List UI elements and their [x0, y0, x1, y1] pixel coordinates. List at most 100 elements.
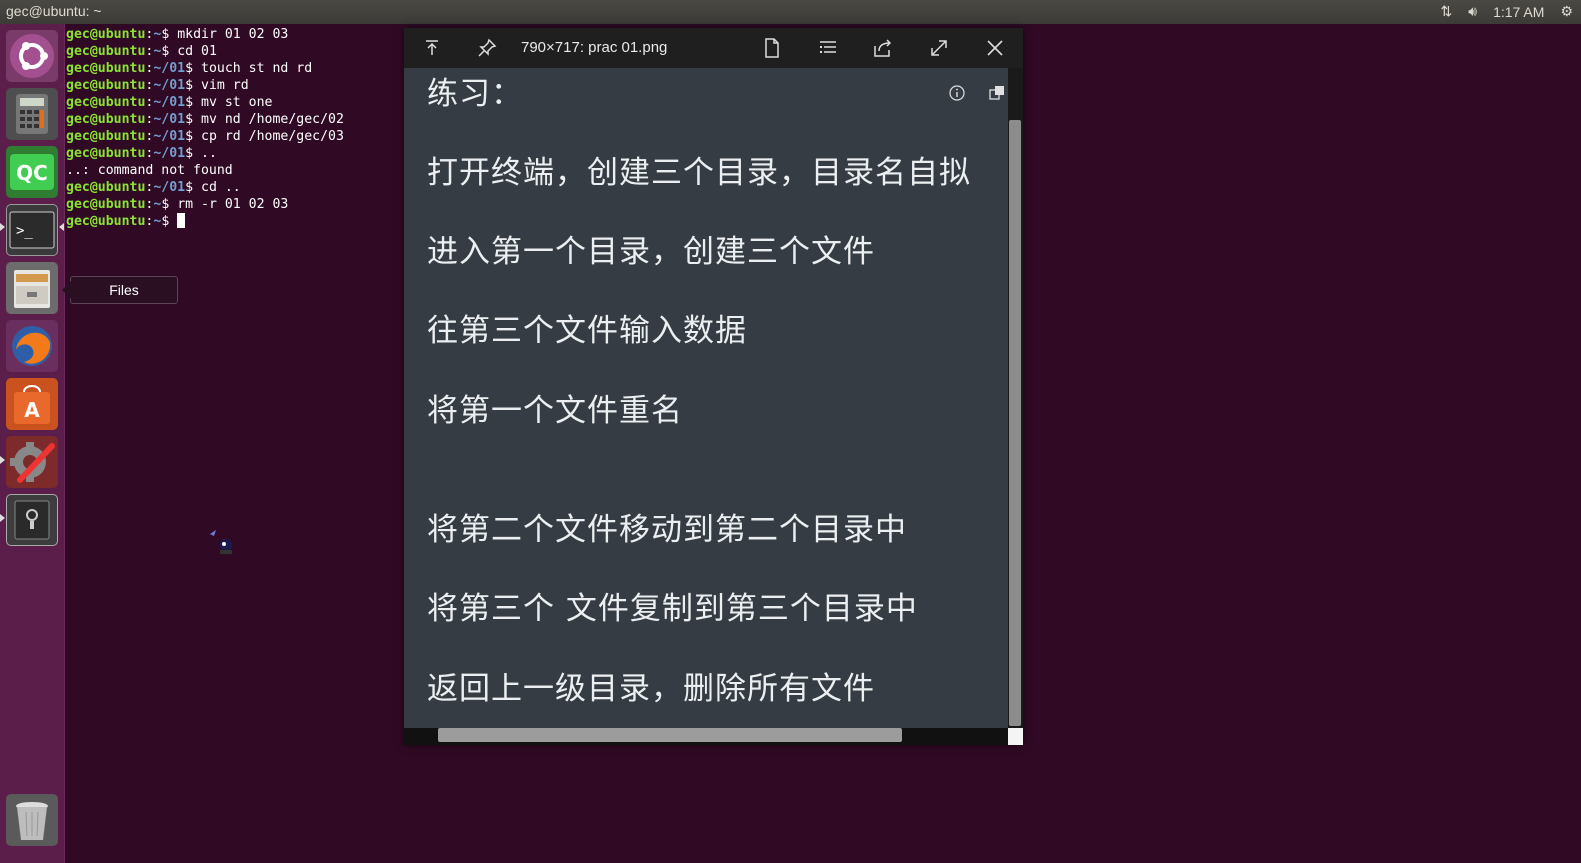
- prompt-path: ~/01: [153, 129, 186, 144]
- vertical-scrollbar-thumb[interactable]: [1009, 120, 1021, 726]
- content-line: 返回上一级目录，删除所有文件: [427, 671, 875, 707]
- terminal-line: gec@ubuntu:~/01$ mv st one: [66, 94, 406, 111]
- top-panel: gec@ubuntu: ~ ⇅ 🔊︎ 1:17 AM ⚙: [0, 0, 1581, 24]
- terminal-line: gec@ubuntu:~/01$ touch st nd rd: [66, 60, 406, 77]
- terminal-output-text: ..: command not found: [66, 163, 233, 178]
- launcher-disks[interactable]: [6, 494, 58, 546]
- document-icon[interactable]: [760, 36, 784, 60]
- terminal-line: gec@ubuntu:~/01$ cp rd /home/gec/03: [66, 128, 406, 145]
- prompt-user: gec@ubuntu: [66, 214, 146, 229]
- prompt-user: gec@ubuntu: [66, 61, 146, 76]
- terminal-command: ..: [193, 146, 217, 161]
- close-icon[interactable]: [983, 36, 1007, 60]
- svg-text:>_: >_: [16, 223, 33, 239]
- prompt-path: ~/01: [153, 112, 186, 127]
- launcher-ubuntu-dash[interactable]: [6, 30, 58, 82]
- shopping-bag-icon: A: [14, 385, 50, 424]
- launcher: QC >_ A: [0, 24, 65, 863]
- prompt-user: gec@ubuntu: [66, 95, 146, 110]
- terminal-command: mv nd /home/gec/02: [193, 112, 344, 127]
- svg-text:QC: QC: [16, 161, 48, 185]
- terminal-command: cp rd /home/gec/03: [193, 129, 344, 144]
- prompt-path: ~/01: [153, 78, 186, 93]
- text-cursor: [177, 213, 186, 228]
- prompt-dollar: $: [185, 95, 194, 110]
- launcher-terminal[interactable]: >_: [6, 204, 58, 256]
- file-cabinet-icon: [14, 270, 50, 308]
- prompt-dollar: $: [185, 112, 194, 127]
- terminal-line: ..: command not found: [66, 162, 406, 179]
- firefox-icon: [12, 326, 52, 366]
- image-viewer-window[interactable]: 790×717: prac 01.png 练习： 打开终端，创建三个目录，目录名…: [404, 28, 1023, 745]
- terminal-command: cd ..: [193, 180, 241, 195]
- list-icon[interactable]: [816, 36, 840, 60]
- prompt-user: gec@ubuntu: [66, 129, 146, 144]
- content-line: 将第三个 文件复制到第三个目录中: [427, 591, 918, 627]
- volume-icon[interactable]: 🔊︎: [1468, 3, 1477, 20]
- content-line: 打开终端，创建三个目录，目录名自拟: [427, 155, 971, 191]
- terminal-line: gec@ubuntu:~/01$ mv nd /home/gec/02: [66, 111, 406, 128]
- disk-icon: [14, 500, 50, 540]
- terminal-command: mkdir 01 02 03: [169, 27, 289, 42]
- prompt-user: gec@ubuntu: [66, 146, 146, 161]
- terminal-command: vim rd: [193, 78, 249, 93]
- prompt-dollar: $: [185, 146, 194, 161]
- prompt-user: gec@ubuntu: [66, 78, 146, 93]
- mouse-pointer-icon: [210, 530, 232, 554]
- terminal-line: gec@ubuntu:~$ rm -r 01 02 03: [66, 196, 406, 213]
- prompt-user: gec@ubuntu: [66, 27, 146, 42]
- viewer-toolbar: 790×717: prac 01.png: [404, 28, 1023, 68]
- prompt-dollar: $: [185, 78, 194, 93]
- prompt-dollar: $: [185, 129, 194, 144]
- wrench-gear-icon: [10, 442, 55, 483]
- expand-icon[interactable]: [927, 36, 951, 60]
- terminal-icon: >_: [9, 211, 55, 249]
- launcher-tooltip: Files: [62, 276, 178, 304]
- horizontal-scrollbar-thumb[interactable]: [438, 728, 902, 742]
- prompt-path: ~/01: [153, 61, 186, 76]
- viewer-title: 790×717: prac 01.png: [521, 39, 668, 56]
- copy-icon[interactable]: [988, 84, 1006, 102]
- launcher-qt-creator[interactable]: QC: [6, 146, 58, 198]
- terminal-output[interactable]: gec@ubuntu:~$ mkdir 01 02 03 gec@ubuntu:~…: [66, 26, 406, 230]
- share-icon[interactable]: [871, 36, 895, 60]
- pin-icon[interactable]: [475, 36, 499, 60]
- trash-icon: [16, 802, 48, 840]
- prompt-user: gec@ubuntu: [66, 197, 146, 212]
- prompt-dollar: $: [185, 180, 194, 195]
- launcher-software-center[interactable]: A: [6, 378, 58, 430]
- scroll-corner: [1008, 728, 1023, 745]
- terminal-command: cd 01: [169, 44, 217, 59]
- content-line: 练习：: [427, 76, 523, 112]
- terminal-command: [169, 214, 177, 229]
- indicator-area: ⇅ 🔊︎ 1:17 AM ⚙: [1441, 3, 1574, 20]
- svg-text:A: A: [24, 398, 40, 422]
- network-arrows-icon[interactable]: ⇅: [1441, 3, 1453, 20]
- clock[interactable]: 1:17 AM: [1493, 4, 1544, 20]
- terminal-line: gec@ubuntu:~$: [66, 213, 406, 230]
- ubuntu-logo-icon: [10, 34, 54, 78]
- terminal-line: gec@ubuntu:~$ mkdir 01 02 03: [66, 26, 406, 43]
- content-line: 将第二个文件移动到第二个目录中: [427, 512, 907, 548]
- launcher-system-settings[interactable]: [6, 436, 58, 488]
- launcher-calculator[interactable]: [6, 88, 58, 140]
- prompt-user: gec@ubuntu: [66, 112, 146, 127]
- terminal-line: gec@ubuntu:~$ cd 01: [66, 43, 406, 60]
- content-line: 进入第一个目录，创建三个文件: [427, 234, 875, 270]
- qc-icon: QC: [10, 154, 54, 190]
- launcher-firefox[interactable]: [6, 320, 58, 372]
- prompt-path: ~/01: [153, 180, 186, 195]
- terminal-line: gec@ubuntu:~/01$ ..: [66, 145, 406, 162]
- gear-icon[interactable]: ⚙: [1560, 3, 1573, 20]
- launcher-files[interactable]: [6, 262, 58, 314]
- terminal-line: gec@ubuntu:~/01$ cd ..: [66, 179, 406, 196]
- launcher-trash[interactable]: [6, 794, 58, 846]
- info-icon[interactable]: [948, 84, 966, 102]
- content-line: 将第一个文件重名: [427, 393, 683, 429]
- viewer-image-area[interactable]: 练习： 打开终端，创建三个目录，目录名自拟 进入第一个目录，创建三个文件 往第三…: [404, 68, 1008, 728]
- prompt-user: gec@ubuntu: [66, 180, 146, 195]
- content-line: 往第三个文件输入数据: [427, 313, 747, 349]
- upload-arrow-icon[interactable]: [420, 36, 444, 60]
- window-title: gec@ubuntu: ~: [6, 3, 102, 19]
- prompt-dollar: $: [185, 61, 194, 76]
